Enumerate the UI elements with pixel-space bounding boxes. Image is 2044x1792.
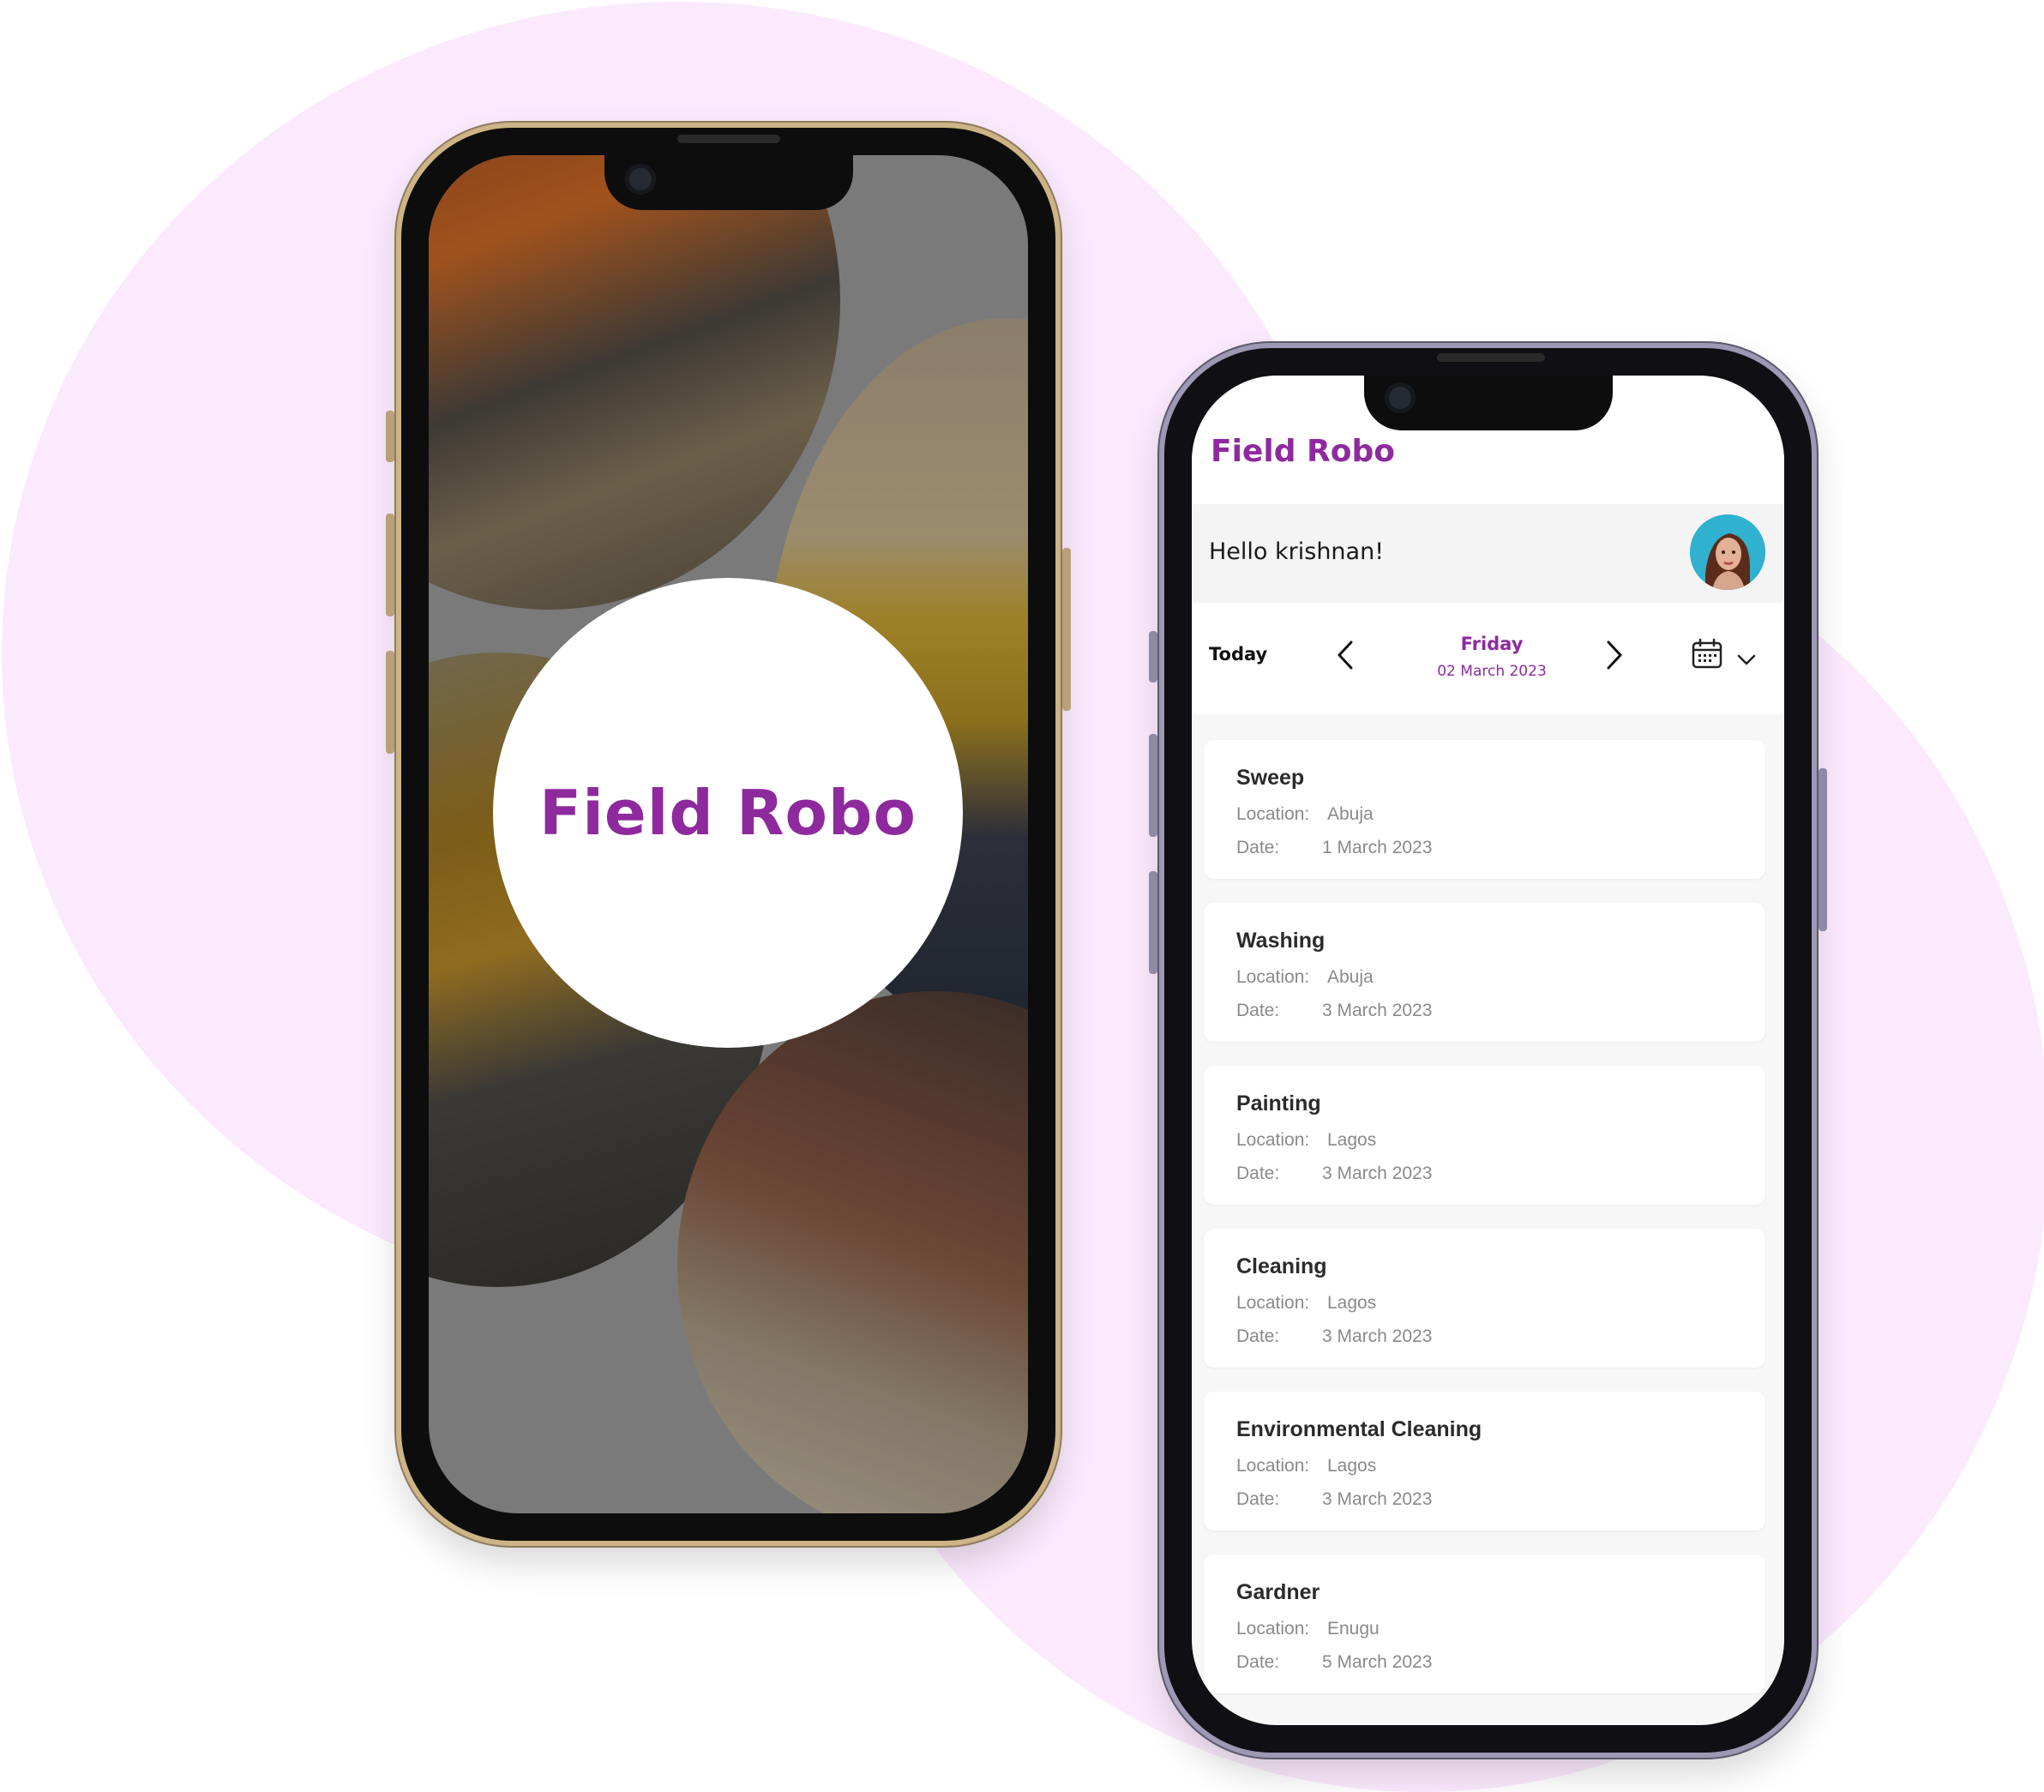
task-card[interactable]: Painting Location: Lagos Date: 3 March 2023: [1204, 1066, 1765, 1205]
day-name: Friday: [1460, 634, 1524, 654]
task-date: 3 March 2023: [1322, 1001, 1433, 1020]
app-screen: Field Robo Hello krishnan! Today Friday …: [1192, 376, 1784, 1725]
chevron-right-icon: [1607, 640, 1622, 670]
task-location: Lagos: [1327, 1456, 1377, 1476]
task-date-row: Date: 3 March 2023: [1236, 1326, 1432, 1347]
notch: [1363, 376, 1613, 430]
location-label: Location:: [1236, 1619, 1310, 1639]
silent-switch: [1149, 631, 1157, 683]
task-title: Washing: [1236, 929, 1326, 953]
date-navigator: Today Friday 02 March 2023: [1192, 603, 1784, 714]
task-date-row: Date: 3 March 2023: [1236, 1489, 1432, 1510]
notch: [604, 155, 853, 210]
power-button: [1062, 548, 1071, 711]
volume-down-button: [386, 651, 394, 754]
task-list: Sweep Location: Abuja Date: 1 March 2023 Wash…: [1204, 740, 1765, 1717]
location-label: Location:: [1236, 1130, 1310, 1150]
selected-date: Friday 02 March 2023: [1406, 634, 1578, 680]
splash-title: Field Robo: [539, 777, 917, 849]
volume-up-button: [1149, 734, 1157, 837]
location-label: Location:: [1236, 1293, 1310, 1313]
task-location-row: Location: Lagos: [1236, 1456, 1376, 1476]
task-title: Painting: [1236, 1091, 1321, 1115]
task-location-row: Location: Enugu: [1236, 1619, 1380, 1639]
speaker-grille: [677, 135, 780, 143]
date-label: Date:: [1236, 1001, 1280, 1020]
today-button[interactable]: Today: [1209, 644, 1267, 664]
task-location: Abuja: [1327, 804, 1374, 824]
previous-day-button[interactable]: [1329, 635, 1363, 675]
task-title: Sweep: [1236, 766, 1305, 790]
task-location-row: Location: Abuja: [1236, 804, 1374, 825]
splash-logo-circle: Field Robo: [493, 578, 963, 1048]
phone-splash: Field Robo: [386, 123, 1071, 1546]
greeting-bar: Hello krishnan!: [1192, 504, 1784, 603]
volume-up-button: [386, 514, 394, 616]
date-label: Date:: [1236, 1489, 1280, 1509]
date-label: Date:: [1236, 838, 1280, 857]
task-date-row: Date: 5 March 2023: [1236, 1652, 1432, 1673]
front-camera: [624, 164, 656, 195]
power-button: [1819, 768, 1827, 931]
app-title: Field Robo: [1211, 434, 1395, 469]
task-date: 5 March 2023: [1322, 1652, 1433, 1672]
task-card[interactable]: Washing Location: Abuja Date: 3 March 2023: [1204, 903, 1765, 1042]
task-location-row: Location: Lagos: [1236, 1293, 1376, 1314]
day-date: 02 March 2023: [1437, 663, 1547, 680]
calendar-icon: [1692, 638, 1722, 669]
task-date-row: Date: 1 March 2023: [1236, 838, 1432, 858]
chevron-down-icon: [1737, 654, 1756, 665]
date-label: Date:: [1236, 1652, 1280, 1672]
task-title: Environmental Cleaning: [1236, 1417, 1482, 1441]
silent-switch: [386, 411, 394, 462]
volume-down-button: [1149, 871, 1157, 974]
location-label: Location:: [1236, 967, 1310, 987]
task-location-row: Location: Lagos: [1236, 1130, 1376, 1151]
task-location: Abuja: [1327, 967, 1374, 987]
front-camera: [1384, 382, 1416, 413]
task-date: 3 March 2023: [1322, 1164, 1433, 1183]
splash-screen: Field Robo: [429, 155, 1028, 1513]
task-location: Lagos: [1327, 1293, 1377, 1313]
task-date: 1 March 2023: [1322, 838, 1433, 857]
task-card[interactable]: Environmental Cleaning Location: Lagos Date…: [1204, 1392, 1765, 1530]
calendar-picker-button[interactable]: [1691, 635, 1759, 677]
task-date-row: Date: 3 March 2023: [1236, 1001, 1432, 1021]
task-date: 3 March 2023: [1322, 1326, 1433, 1346]
task-card[interactable]: Cleaning Location: Lagos Date: 3 March 2023: [1204, 1229, 1765, 1368]
task-location: Lagos: [1327, 1130, 1377, 1150]
task-card[interactable]: Gardner Location: Enugu Date: 5 March 2023: [1204, 1554, 1765, 1693]
task-title: Cleaning: [1236, 1254, 1327, 1278]
task-title: Gardner: [1236, 1580, 1320, 1604]
task-location-row: Location: Abuja: [1236, 967, 1374, 988]
next-day-button[interactable]: [1596, 635, 1631, 675]
task-date-row: Date: 3 March 2023: [1236, 1164, 1432, 1184]
phone-app: Field Robo Hello krishnan! Today Friday …: [1149, 343, 1827, 1758]
task-card[interactable]: Sweep Location: Abuja Date: 1 March 2023: [1204, 740, 1765, 879]
photo-street-cleaner: [677, 991, 1028, 1513]
chevron-left-icon: [1338, 640, 1353, 670]
speaker-grille: [1437, 353, 1545, 362]
date-label: Date:: [1236, 1164, 1280, 1183]
greeting-text: Hello krishnan!: [1209, 538, 1385, 565]
task-date: 3 March 2023: [1322, 1489, 1433, 1509]
location-label: Location:: [1236, 1456, 1310, 1476]
location-label: Location:: [1236, 804, 1310, 824]
date-label: Date:: [1236, 1326, 1280, 1346]
task-location: Enugu: [1327, 1619, 1380, 1639]
avatar[interactable]: [1690, 514, 1765, 590]
